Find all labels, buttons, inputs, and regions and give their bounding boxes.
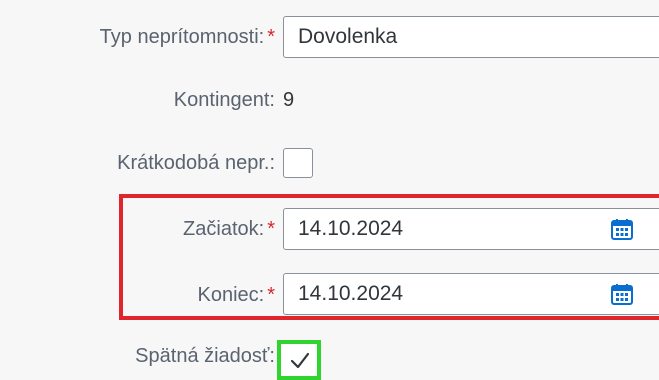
required-asterisk: * [267, 26, 275, 48]
checkmark-icon [290, 352, 310, 369]
short-absence-label: Krátkodobá nepr.: [117, 152, 275, 174]
date-range-highlight [119, 194, 659, 320]
absence-type-field[interactable]: Dovolenka [283, 16, 659, 58]
retro-request-checkbox[interactable] [277, 340, 321, 380]
absence-type-label-text: Typ neprítomnosti: [99, 26, 265, 48]
quota-label: Kontingent: [173, 89, 275, 111]
absence-type-label: Typ neprítomnosti: * [100, 25, 275, 49]
quota-value: 9 [283, 89, 295, 111]
short-absence-checkbox[interactable] [283, 148, 313, 178]
absence-type-value: Dovolenka [298, 25, 398, 48]
retro-request-label: Spätná žiadosť: [135, 345, 275, 367]
